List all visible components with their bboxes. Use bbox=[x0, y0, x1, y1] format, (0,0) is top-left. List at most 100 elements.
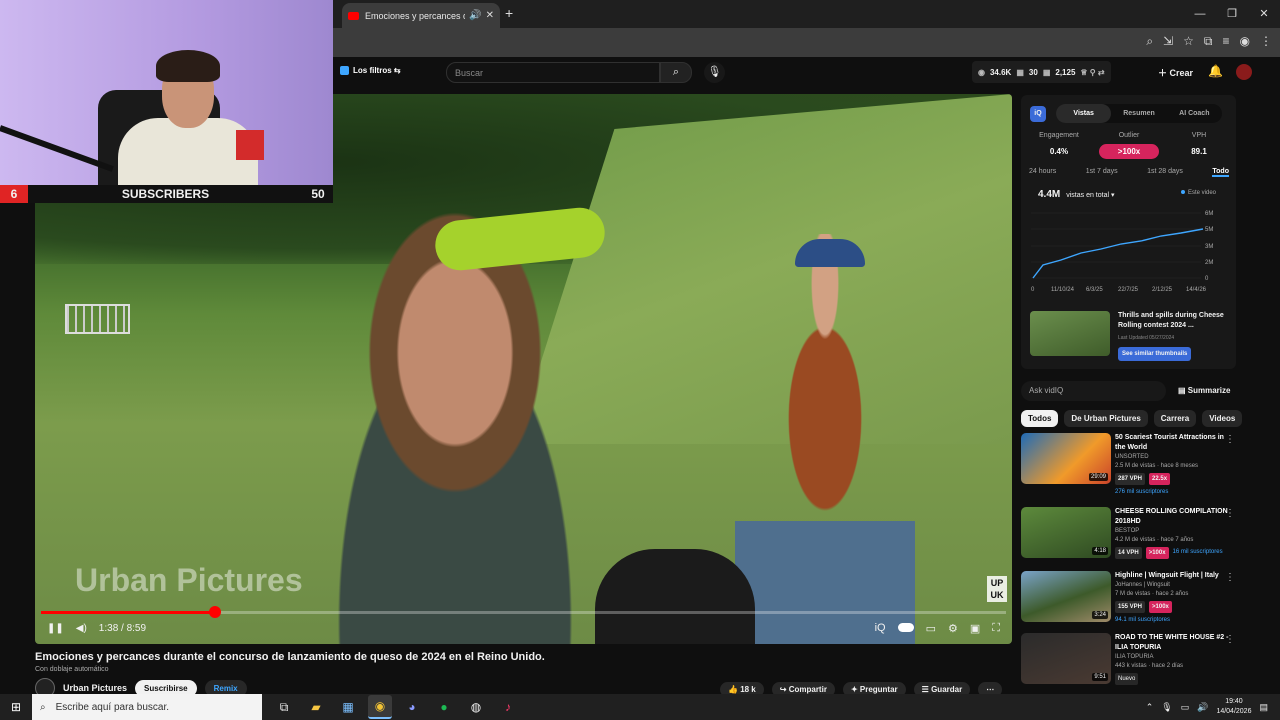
x-tick-0: 0 bbox=[1031, 287, 1035, 293]
obs-icon[interactable]: ◍ bbox=[464, 695, 488, 719]
chip-videos[interactable]: Videos bbox=[1202, 410, 1243, 427]
profile-icon[interactable]: ◉ bbox=[1240, 34, 1250, 49]
bookmark-star-icon[interactable]: ☆ bbox=[1183, 34, 1194, 49]
filters-button[interactable]: Los filtros ⇆ bbox=[340, 66, 401, 76]
zoom-icon[interactable]: ⌕ bbox=[1146, 34, 1153, 49]
more-options-icon[interactable]: ⋮ bbox=[1225, 572, 1235, 583]
chrome-icon[interactable]: ◉ bbox=[368, 695, 392, 719]
see-similar-button[interactable]: See similar thumbnails bbox=[1118, 347, 1192, 361]
duration: 29:09 bbox=[1088, 473, 1108, 481]
range-24h[interactable]: 24 hours bbox=[1029, 168, 1056, 177]
browser-tab[interactable]: Emociones y percances duran 🔊 ✕ bbox=[342, 3, 500, 28]
vidiq-stats-bar[interactable]: ◉ 34.6K ▦ 30 ▦ 2,125 ♕ ⚲ ⇄ bbox=[972, 61, 1111, 83]
volume-icon[interactable]: ◀) bbox=[76, 623, 87, 634]
volume-icon[interactable]: 🔊 bbox=[1197, 702, 1208, 713]
microphone-icon: 🎙 bbox=[707, 66, 722, 78]
close-window-button[interactable]: ✕ bbox=[1248, 0, 1280, 28]
search-button[interactable]: ⌕ bbox=[660, 62, 692, 83]
file-explorer-icon[interactable]: ▰ bbox=[304, 695, 328, 719]
list-item[interactable]: 4:18 CHEESE ROLLING COMPILATION 2018HD B… bbox=[1021, 507, 1249, 565]
windows-taskbar: ⊞ ⌕ Escribe aquí para buscar. ⧉ ▰ ▦ ◉ ◕ … bbox=[0, 694, 1280, 720]
spotify-icon[interactable]: ● bbox=[432, 695, 456, 719]
range-28d[interactable]: 1st 28 days bbox=[1147, 168, 1183, 177]
account-avatar[interactable] bbox=[1236, 64, 1252, 80]
notifications-bell-icon[interactable]: 🔔 bbox=[1208, 64, 1223, 78]
video-info: CHEESE ROLLING COMPILATION 2018HD BESTOP… bbox=[1115, 507, 1235, 559]
list-item[interactable]: 9:51 ROAD TO THE WHITE HOUSE #2 -ILIA TO… bbox=[1021, 633, 1249, 691]
video-tags: 287 VPH 22.5x bbox=[1115, 473, 1235, 485]
taskbar-search[interactable]: ⌕ Escribe aquí para buscar. bbox=[32, 694, 262, 720]
subtitles-icon[interactable]: ▭ bbox=[926, 622, 936, 635]
tab-vistas[interactable]: Vistas bbox=[1056, 104, 1112, 123]
chart-legend: Este video bbox=[1181, 190, 1216, 196]
list-item[interactable]: 3:24 Highline | Wingsuit Flight | Italy … bbox=[1021, 571, 1249, 629]
related-video-thumbnail[interactable] bbox=[1030, 311, 1110, 356]
range-all[interactable]: Todo bbox=[1212, 168, 1229, 177]
youtube-header: Los filtros ⇆ Buscar ⌕ 🎙 ◉ 34.6K ▦ 30 ▦ 2,1… bbox=[332, 57, 1280, 92]
chip-all[interactable]: Todos bbox=[1021, 410, 1059, 427]
filter-icon bbox=[340, 66, 349, 76]
vidiq-player-icon[interactable]: iQ bbox=[875, 622, 886, 635]
video-thumbnail[interactable]: 9:51 bbox=[1021, 633, 1111, 684]
notifications-icon[interactable]: ▤ bbox=[1259, 702, 1268, 713]
tab-resumen[interactable]: Resumen bbox=[1111, 104, 1166, 123]
video-thumbnail[interactable]: 4:18 bbox=[1021, 507, 1111, 558]
scrubber-handle[interactable] bbox=[208, 606, 221, 618]
search-input[interactable]: Buscar bbox=[446, 62, 660, 83]
video-thumbnail[interactable]: 3:24 bbox=[1021, 571, 1111, 622]
new-badge: Nuevo bbox=[1115, 673, 1139, 685]
video-info: Highline | Wingsuit Flight | Italy JoHan… bbox=[1115, 571, 1235, 625]
reading-list-icon[interactable]: ≡ bbox=[1223, 34, 1230, 49]
extensions-icon[interactable]: ⧉ bbox=[1204, 34, 1213, 49]
install-icon[interactable]: ⇲ bbox=[1163, 34, 1173, 49]
more-options-icon[interactable]: ⋮ bbox=[1225, 634, 1235, 645]
views-dropdown[interactable]: vistas en total ▾ bbox=[1066, 192, 1114, 199]
y-tick-0: 0 bbox=[1205, 276, 1209, 282]
network-icon[interactable]: ▭ bbox=[1181, 702, 1190, 713]
tab-ai-coach[interactable]: AI Coach bbox=[1167, 104, 1222, 123]
progress-bar[interactable] bbox=[41, 606, 1006, 618]
minimize-button[interactable]: — bbox=[1184, 0, 1216, 28]
browser-menu-icon[interactable]: ⋮ bbox=[1260, 34, 1272, 49]
more-options-icon[interactable]: ⋮ bbox=[1225, 434, 1235, 445]
speaker-icon[interactable]: 🔊 bbox=[469, 10, 481, 21]
stat-views: 34.6K bbox=[989, 67, 1012, 77]
summarize-button[interactable]: ▤ Summarize bbox=[1178, 386, 1230, 395]
microphone-icon[interactable]: 🎙 bbox=[1161, 702, 1172, 713]
windows-start-icon[interactable]: ⊞ bbox=[0, 700, 32, 714]
video-title[interactable]: Highline | Wingsuit Flight | Italy bbox=[1115, 571, 1235, 581]
tiktok-icon[interactable]: ♪ bbox=[496, 695, 520, 719]
tab-title: Emociones y percances duran bbox=[365, 10, 465, 21]
video-title[interactable]: CHEESE ROLLING COMPILATION 2018HD bbox=[1115, 507, 1235, 527]
close-tab-icon[interactable]: ✕ bbox=[486, 10, 494, 21]
autoplay-toggle[interactable] bbox=[897, 622, 914, 635]
time-display: 1:38 / 8:59 bbox=[98, 623, 147, 634]
range-7d[interactable]: 1st 7 days bbox=[1086, 168, 1118, 177]
chip-race[interactable]: Carrera bbox=[1153, 410, 1197, 427]
video-title[interactable]: ROAD TO THE WHITE HOUSE #2 -ILIA TOPURIA bbox=[1115, 633, 1235, 653]
related-video-title[interactable]: Thrills and spills during Cheese Rolling… bbox=[1118, 312, 1224, 329]
pause-icon[interactable]: ❚❚ bbox=[47, 623, 64, 634]
chip-channel[interactable]: De Urban Pictures bbox=[1064, 410, 1148, 427]
voice-search-button[interactable]: 🎙 bbox=[704, 62, 725, 83]
video-title[interactable]: 50 Scariest Tourist Attractions in the W… bbox=[1115, 433, 1235, 453]
miniplayer-icon[interactable]: ▣ bbox=[970, 622, 980, 635]
channel-name[interactable]: Urban Pictures bbox=[63, 683, 127, 693]
ask-vidiq-input[interactable]: Ask vidIQ bbox=[1021, 381, 1166, 401]
new-tab-button[interactable]: + bbox=[505, 5, 513, 21]
settings-gear-icon[interactable]: ⚙ bbox=[948, 622, 958, 635]
list-item[interactable]: 29:09 50 Scariest Tourist Attractions in… bbox=[1021, 433, 1249, 495]
tray-chevron-icon[interactable]: ⌃ bbox=[1146, 702, 1154, 713]
video-frame-fence bbox=[65, 304, 130, 334]
create-button[interactable]: ＋ Crear bbox=[1158, 66, 1193, 79]
maximize-button[interactable]: ❐ bbox=[1216, 0, 1248, 28]
video-thumbnail[interactable]: 29:09 bbox=[1021, 433, 1111, 484]
more-options-icon[interactable]: ⋮ bbox=[1225, 508, 1235, 519]
discord-icon[interactable]: ◕ bbox=[400, 695, 424, 719]
channel-watermark: Urban Pictures bbox=[75, 562, 303, 598]
fullscreen-icon[interactable]: ⛶ bbox=[992, 622, 1000, 635]
task-view-icon[interactable]: ⧉ bbox=[272, 695, 296, 719]
clock[interactable]: 19:40 14/04/2026 bbox=[1216, 697, 1251, 717]
store-icon[interactable]: ▦ bbox=[336, 695, 360, 719]
search-icon: ⌕ bbox=[40, 701, 46, 713]
